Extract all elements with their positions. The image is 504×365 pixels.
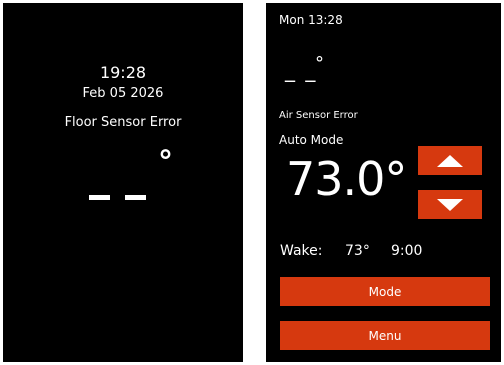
mode-button-label: Mode (368, 284, 402, 299)
temperature-placeholder-dash (125, 195, 146, 200)
triangle-up-icon (437, 154, 463, 167)
clock-date: Feb 05 2026 (82, 86, 164, 101)
setpoint-temperature: 73.0° (286, 152, 407, 206)
triangle-down-icon (437, 198, 463, 211)
floor-sensor-error: Floor Sensor Error (64, 115, 182, 130)
mode-button[interactable]: Mode (280, 277, 490, 306)
menu-button-label: Menu (368, 328, 402, 343)
right-thermostat-screen: Mon 13:28 _ _ ° Air Sensor Error Auto Mo… (266, 3, 501, 362)
day-time: Mon 13:28 (279, 13, 343, 27)
clock-time: 19:28 (99, 63, 147, 82)
decrease-temperature-button[interactable] (418, 190, 482, 219)
increase-temperature-button[interactable] (418, 146, 482, 175)
wake-schedule-time: 9:00 (391, 243, 423, 259)
wake-schedule-label: Wake: (280, 243, 323, 259)
floor-temperature-placeholder: _ _ (285, 58, 318, 82)
wake-schedule-temperature: 73° (345, 243, 370, 259)
left-thermostat-screen: 19:28 Feb 05 2026 Floor Sensor Error ° (3, 3, 243, 362)
floor-degree-symbol: ° (315, 53, 324, 74)
menu-button[interactable]: Menu (280, 321, 490, 350)
degree-symbol: ° (158, 145, 173, 180)
temperature-placeholder-dash (89, 195, 110, 200)
air-sensor-error: Air Sensor Error (279, 110, 358, 121)
mode-label: Auto Mode (279, 133, 344, 147)
